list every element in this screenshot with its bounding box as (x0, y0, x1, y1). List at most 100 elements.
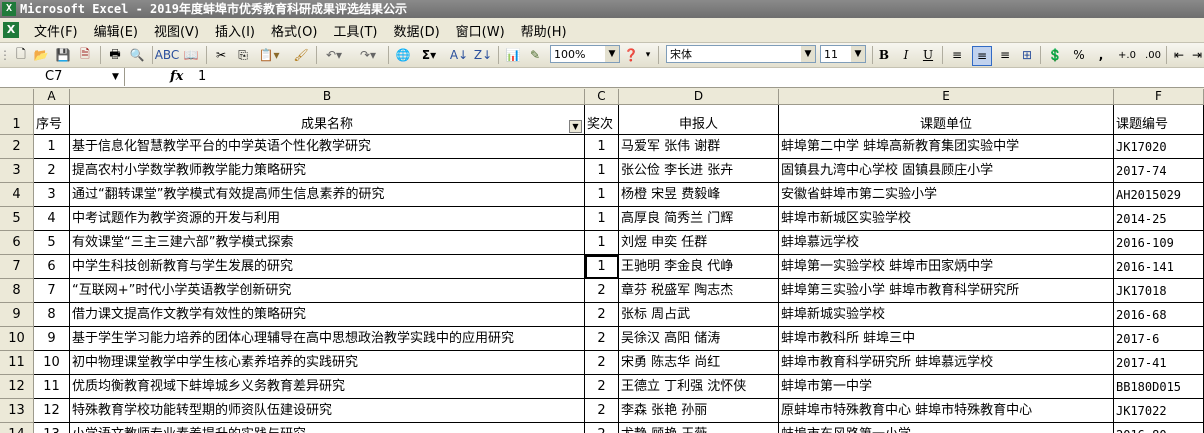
row-header[interactable]: 12 (0, 375, 34, 399)
cell-name[interactable]: 基于信息化智慧教学平台的中学英语个性化教学研究 (70, 135, 585, 159)
sort-ascending-icon[interactable]: A↓ (450, 46, 468, 64)
research-icon[interactable]: 📖 (182, 46, 200, 64)
cell-code[interactable]: 2017-41 (1114, 351, 1204, 375)
chevron-down-icon[interactable]: ▼ (801, 46, 815, 62)
decrease-decimal-icon[interactable]: .00 (1142, 46, 1164, 64)
cell-applicants[interactable]: 马爱军 张伟 谢群 (619, 135, 779, 159)
cell-name[interactable]: 基于学生学习能力培养的团体心理辅导在高中思想政治教学实践中的应用研究 (70, 327, 585, 351)
cell-code[interactable]: 2016-141 (1114, 255, 1204, 279)
row-header[interactable]: 9 (0, 303, 34, 327)
row-header[interactable]: 7 (0, 255, 34, 279)
permission-icon[interactable]: 🗎 (76, 46, 94, 64)
cell-applicants[interactable]: 尤静 顾艳 王薇 (619, 423, 779, 433)
row-header[interactable]: 11 (0, 351, 34, 375)
cell-name[interactable]: 小学语文教师专业素养提升的实践与研究 (70, 423, 585, 433)
cell-seq[interactable]: 4 (34, 207, 70, 231)
chevron-down-icon[interactable]: ▼ (605, 46, 619, 62)
cell-unit[interactable]: 蚌埠第三实验小学 蚌埠市教育科学研究所 (779, 279, 1114, 303)
row-header[interactable]: 2 (0, 135, 34, 159)
cell-code[interactable]: JK17018 (1114, 279, 1204, 303)
column-header[interactable]: A (34, 89, 70, 105)
italic-button[interactable]: I (898, 46, 914, 64)
cell-name[interactable]: 通过“翻转课堂”教学模式有效提高师生信息素养的研究 (70, 183, 585, 207)
help-icon[interactable]: ❓ (622, 46, 640, 64)
menu-insert[interactable]: 插入(I) (207, 21, 263, 40)
cell-name[interactable]: 初中物理课堂教学中学生核心素养培养的实践研究 (70, 351, 585, 375)
cell-applicants[interactable]: 刘煜 申奕 任群 (619, 231, 779, 255)
header-cell-name[interactable]: 成果名称 (70, 105, 585, 135)
autosum-icon[interactable]: Σ ▾ (418, 46, 440, 64)
row-header[interactable]: 4 (0, 183, 34, 207)
excel-app-icon[interactable]: X (2, 2, 16, 16)
cell-award[interactable]: 2 (585, 423, 619, 433)
toolbar-options-icon[interactable]: ▾ (642, 46, 654, 64)
cell-applicants[interactable]: 张公俭 李长进 张卉 (619, 159, 779, 183)
menu-edit[interactable]: 编辑(E) (86, 21, 146, 40)
copy-icon[interactable]: ⎘ (234, 46, 252, 64)
increase-indent-icon[interactable]: ⇥ (1190, 46, 1204, 64)
column-header[interactable]: C (585, 89, 619, 105)
print-icon[interactable]: 🖶 (106, 46, 124, 64)
cell-unit[interactable]: 原蚌埠市特殊教育中心 蚌埠市特殊教育中心 (779, 399, 1114, 423)
menu-view[interactable]: 视图(V) (146, 21, 207, 40)
cell-name[interactable]: 借力课文提高作文教学有效性的策略研究 (70, 303, 585, 327)
cell-applicants[interactable]: 王德立 丁利强 沈怀侠 (619, 375, 779, 399)
decrease-indent-icon[interactable]: ⇤ (1170, 46, 1188, 64)
cell-award[interactable]: 1 (585, 207, 619, 231)
cell-code[interactable]: JK17020 (1114, 135, 1204, 159)
header-cell-award[interactable]: 奖次 (585, 105, 619, 135)
cell-unit[interactable]: 蚌埠新城实验学校 (779, 303, 1114, 327)
menu-help[interactable]: 帮助(H) (513, 21, 575, 40)
cut-icon[interactable]: ✂ (212, 46, 230, 64)
cell-unit[interactable]: 蚌埠慕远学校 (779, 231, 1114, 255)
workbook-icon[interactable]: X (3, 22, 19, 38)
cell-code[interactable]: AH2015029 (1114, 183, 1204, 207)
row-header[interactable]: 5 (0, 207, 34, 231)
cell-seq[interactable]: 6 (34, 255, 70, 279)
row-header[interactable]: 10 (0, 327, 34, 351)
cell-code[interactable]: 2014-25 (1114, 207, 1204, 231)
column-header[interactable]: E (779, 89, 1114, 105)
cell-name[interactable]: 优质均衡教育视域下蚌埠城乡义务教育差异研究 (70, 375, 585, 399)
new-icon[interactable]: 🗋 (12, 46, 30, 64)
header-cell-unit[interactable]: 课题单位 (779, 105, 1114, 135)
cell-code[interactable]: 2017-6 (1114, 327, 1204, 351)
cell-award[interactable]: 2 (585, 399, 619, 423)
cell-seq[interactable]: 3 (34, 183, 70, 207)
cell-applicants[interactable]: 吴徐汉 高阳 储涛 (619, 327, 779, 351)
row-header[interactable]: 14 (0, 423, 34, 433)
cell-applicants[interactable]: 杨橙 宋昱 费毅峰 (619, 183, 779, 207)
font-name-combo[interactable]: 宋体 ▼ (666, 45, 816, 63)
cell-award[interactable]: 1 (585, 231, 619, 255)
cell-code[interactable]: 2016-109 (1114, 231, 1204, 255)
cell-name[interactable]: 中学生科技创新教育与学生发展的研究 (70, 255, 585, 279)
formula-input[interactable]: 1 (198, 68, 206, 86)
cell-seq[interactable]: 10 (34, 351, 70, 375)
menu-tools[interactable]: 工具(T) (325, 21, 385, 40)
cell-award[interactable]: 2 (585, 327, 619, 351)
cell-name[interactable]: 有效课堂“三主三建六部”教学模式探索 (70, 231, 585, 255)
cell-unit[interactable]: 蚌埠市新城区实验学校 (779, 207, 1114, 231)
menu-window[interactable]: 窗口(W) (448, 21, 513, 40)
chevron-down-icon[interactable]: ▼ (112, 68, 119, 86)
menu-data[interactable]: 数据(D) (386, 21, 448, 40)
column-header[interactable]: F (1114, 89, 1204, 105)
cell-seq[interactable]: 5 (34, 231, 70, 255)
header-cell-code[interactable]: 课题编号 (1114, 105, 1204, 135)
cell-seq[interactable]: 11 (34, 375, 70, 399)
column-header[interactable]: D (619, 89, 779, 105)
underline-button[interactable]: U (920, 46, 936, 64)
column-header[interactable]: B (70, 89, 585, 105)
font-size-combo[interactable]: 11 ▼ (820, 45, 866, 63)
cell-name[interactable]: 特殊教育学校功能转型期的师资队伍建设研究 (70, 399, 585, 423)
cell-unit[interactable]: 蚌埠市教科所 蚌埠三中 (779, 327, 1114, 351)
insert-function-icon[interactable]: fx (170, 68, 183, 86)
cell-unit[interactable]: 蚌埠市东风路第一小学 (779, 423, 1114, 433)
cell-code[interactable]: 2016-80 (1114, 423, 1204, 433)
cell-code[interactable]: JK17022 (1114, 399, 1204, 423)
spelling-icon[interactable]: ABC (155, 46, 180, 64)
cell-applicants[interactable]: 张标 周占武 (619, 303, 779, 327)
cell-unit[interactable]: 固镇县九湾中心学校 固镇县顾庄小学 (779, 159, 1114, 183)
cell-code[interactable]: 2016-68 (1114, 303, 1204, 327)
chevron-down-icon[interactable]: ▼ (851, 46, 865, 62)
